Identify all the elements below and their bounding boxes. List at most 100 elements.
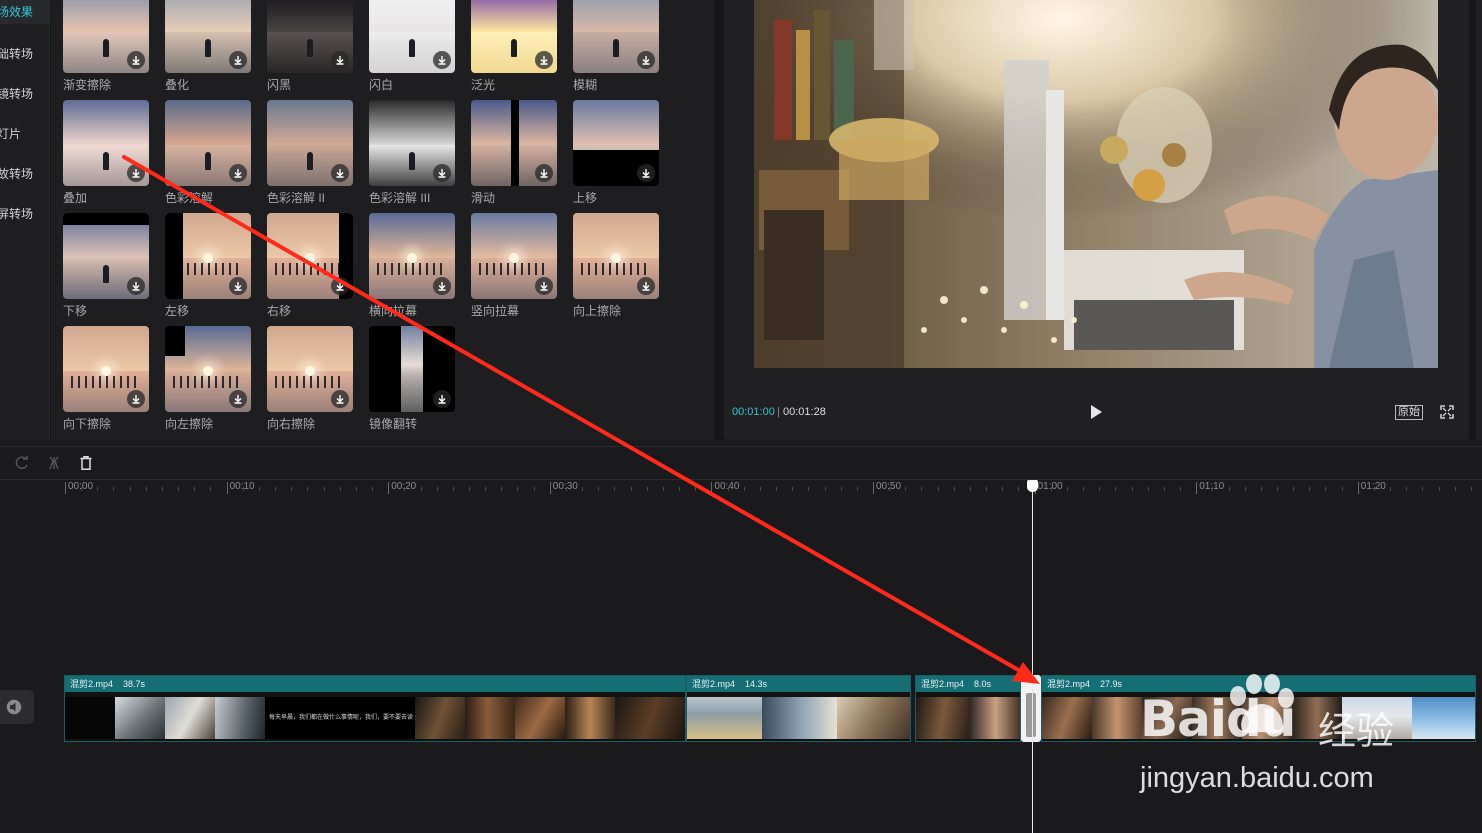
transition-tile[interactable]: 向左擦除	[165, 326, 251, 432]
download-icon[interactable]	[535, 277, 553, 295]
download-icon[interactable]	[127, 164, 145, 182]
download-icon[interactable]	[229, 164, 247, 182]
transition-label: 闪白	[369, 78, 394, 92]
transition-tile[interactable]: 上移	[573, 100, 659, 206]
category-item-1[interactable]: 础转场	[0, 42, 49, 66]
transition-tile[interactable]: 右移	[267, 213, 353, 319]
clip-thumbnails	[687, 693, 910, 741]
ratio-button[interactable]: 原始	[1395, 405, 1423, 420]
transition-tile[interactable]: 闪白	[369, 0, 455, 93]
transition-tile[interactable]: 竖向拉幕	[471, 213, 557, 319]
thumb-posts	[275, 376, 345, 388]
download-icon[interactable]	[331, 164, 349, 182]
thumb-sun	[407, 253, 417, 263]
ruler-minor-tick	[1341, 487, 1343, 491]
transition-tile[interactable]: 色彩溶解	[165, 100, 251, 206]
thumb-sky	[369, 213, 455, 258]
download-icon[interactable]	[637, 164, 655, 182]
video-clip-3[interactable]: 混剪2.mp4 8.0s	[915, 675, 1021, 742]
ruler-major-tick	[549, 482, 551, 494]
category-item-2[interactable]: 镜转场	[0, 82, 49, 106]
transition-tile[interactable]: 镜像翻转	[369, 326, 455, 432]
transition-tile[interactable]: 滑动	[471, 100, 557, 206]
redo-button[interactable]	[14, 455, 30, 471]
ruler-minor-tick	[1406, 487, 1408, 491]
transition-effects-grid: 渐变擦除 叠化 闪黑 闪白 泛光 模糊叠加 色彩溶解 色彩溶解 II 色彩溶解 III 滑动 上移下…	[51, 0, 715, 440]
transition-tile[interactable]: 左移	[165, 213, 251, 319]
transition-thumbnail	[369, 326, 455, 412]
transition-tile[interactable]: 模糊	[573, 0, 659, 93]
download-icon[interactable]	[433, 277, 451, 295]
ruler-minor-tick	[420, 487, 422, 491]
download-icon[interactable]	[433, 51, 451, 69]
video-clip-1[interactable]: 混剪2.mp4 38.7s 每天早晨，我们都在做什么事情呢，我们，要不要去读	[64, 675, 686, 742]
ruler-minor-tick	[1018, 487, 1020, 491]
download-icon[interactable]	[331, 277, 349, 295]
fullscreen-button[interactable]	[1440, 405, 1454, 419]
playhead-handle[interactable]	[1027, 480, 1038, 492]
transition-thumbnail	[165, 326, 251, 412]
transition-tile[interactable]: 下移	[63, 213, 149, 319]
thumb-sky	[63, 326, 149, 371]
transition-tile[interactable]: 叠化	[165, 0, 251, 93]
transition-tile[interactable]: 向下擦除	[63, 326, 149, 432]
ruler-major-tick	[388, 482, 390, 494]
split-button[interactable]	[46, 455, 62, 471]
download-icon[interactable]	[535, 164, 553, 182]
transition-tile[interactable]: 向上擦除	[573, 213, 659, 319]
download-icon[interactable]	[535, 51, 553, 69]
thumb-sun	[611, 253, 621, 263]
download-icon[interactable]	[433, 390, 451, 408]
transition-tile[interactable]: 向右擦除	[267, 326, 353, 432]
transition-thumbnail	[267, 213, 353, 299]
clip-name: 混剪2.mp4	[921, 679, 965, 689]
download-icon[interactable]	[229, 51, 247, 69]
video-clip-2[interactable]: 混剪2.mp4 14.3s	[686, 675, 911, 742]
ruler-minor-tick	[1002, 487, 1004, 491]
transition-label: 向下擦除	[63, 417, 112, 431]
category-item-0[interactable]: 场效果	[0, 0, 49, 24]
ruler-minor-tick	[630, 487, 632, 491]
thumb-black-band	[511, 100, 519, 186]
download-icon[interactable]	[127, 277, 145, 295]
transition-tile[interactable]: 色彩溶解 II	[267, 100, 353, 206]
ruler-minor-tick	[145, 487, 147, 491]
transition-tile[interactable]: 叠加	[63, 100, 149, 206]
thumbnail-frame	[115, 697, 165, 739]
download-icon[interactable]	[331, 390, 349, 408]
category-item-3[interactable]: 灯片	[0, 122, 49, 146]
download-icon[interactable]	[331, 51, 349, 69]
transition-tile[interactable]: 色彩溶解 III	[369, 100, 455, 206]
thumb-black-band	[63, 213, 149, 225]
ruler-minor-tick	[646, 487, 648, 491]
ruler-minor-tick	[161, 487, 163, 491]
transition-label: 向右擦除	[267, 417, 316, 431]
play-button[interactable]	[1088, 403, 1104, 421]
transition-tile[interactable]: 闪黑	[267, 0, 353, 93]
ruler-minor-tick	[258, 487, 260, 491]
delete-button[interactable]	[78, 455, 94, 471]
transition-label: 叠化	[165, 78, 190, 92]
download-icon[interactable]	[229, 277, 247, 295]
transition-tile[interactable]: 渐变擦除	[63, 0, 149, 93]
download-icon[interactable]	[127, 390, 145, 408]
transition-marker[interactable]	[1021, 675, 1041, 742]
transition-tile[interactable]: 横向拉幕	[369, 213, 455, 319]
download-icon[interactable]	[433, 164, 451, 182]
thumb-posts	[71, 376, 141, 388]
ruler-minor-tick	[1260, 487, 1262, 491]
download-icon[interactable]	[637, 51, 655, 69]
download-icon[interactable]	[127, 51, 145, 69]
category-item-4[interactable]: 故转场	[0, 162, 49, 186]
transition-tile[interactable]: 泛光	[471, 0, 557, 93]
clip-duration: 14.3s	[745, 679, 768, 689]
subtitle-snippet: 每天早晨，我们都在做什么事情呢，我们，要不要去读	[269, 715, 414, 721]
timeline-toolbar	[0, 447, 1482, 479]
total-time: 00:01:28	[783, 406, 826, 418]
download-icon[interactable]	[229, 390, 247, 408]
transition-label: 闪黑	[267, 78, 292, 92]
thumbnail-frame	[565, 697, 615, 739]
category-item-5[interactable]: 屏转场	[0, 202, 49, 226]
download-icon[interactable]	[637, 277, 655, 295]
track-audio-toggle[interactable]	[0, 690, 34, 724]
